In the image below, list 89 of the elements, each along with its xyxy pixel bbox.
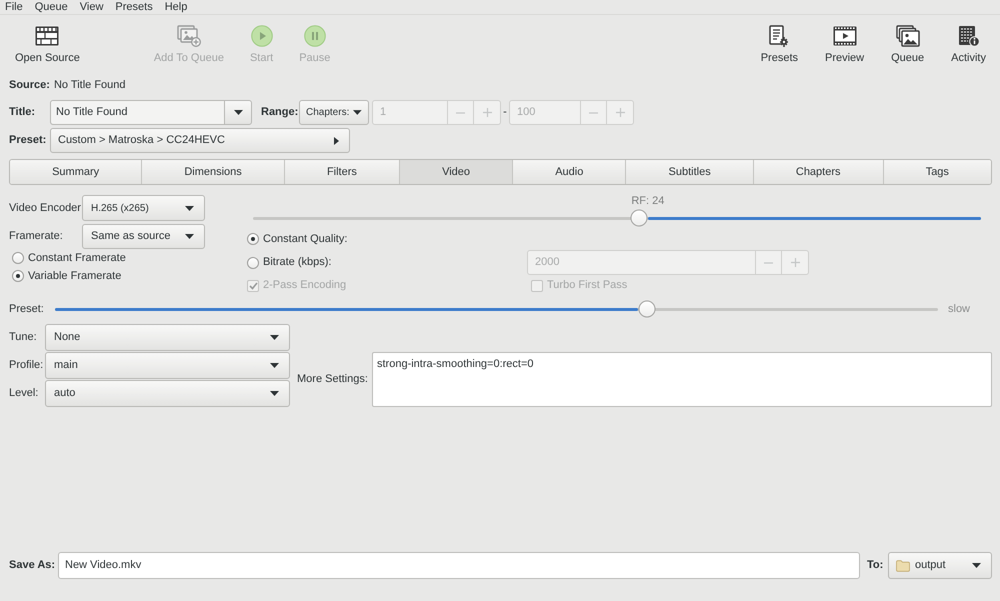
destination-label: To: [867, 558, 884, 574]
increment-button[interactable] [782, 250, 809, 275]
tab[interactable]: Chapters [752, 160, 883, 184]
level-dropdown[interactable]: auto [45, 380, 290, 407]
play-icon [250, 25, 273, 47]
decrement-button[interactable] [756, 250, 782, 275]
field-label: Level: [9, 386, 40, 402]
checkbox-label: 2-Pass Encoding [263, 278, 346, 294]
minus-icon [589, 112, 598, 114]
document-gear-icon [769, 25, 790, 47]
plus-icon [790, 258, 800, 267]
encoder-dropdown[interactable]: H.265 (x265) [82, 195, 205, 221]
image-plus-icon [176, 25, 201, 47]
radio-label: Constant Framerate [28, 250, 126, 266]
settings-text-area[interactable]: strong-intra-smoothing=0:rect=0 [372, 352, 992, 407]
more-settings-label: More Settings: [297, 372, 369, 388]
presets-button[interactable]: Presets [754, 25, 805, 70]
field-label: Framerate: [9, 229, 64, 244]
image-stack-icon [896, 25, 920, 47]
range-mode-dropdown[interactable]: Chapters: [299, 100, 369, 125]
field-label: Tune: [9, 330, 38, 346]
folder-icon [896, 560, 910, 572]
queue-button[interactable]: Queue [884, 25, 932, 70]
minus-icon [764, 262, 773, 264]
radio-label: Bitrate (kbps): [263, 255, 332, 270]
film-play-icon [832, 26, 857, 46]
preset-slider-label: Preset: [9, 302, 45, 317]
caret-icon [334, 136, 339, 144]
framerate-dropdown[interactable]: Same as source [82, 224, 205, 249]
slider-thumb[interactable] [630, 210, 648, 226]
decrement-button[interactable] [448, 100, 474, 125]
plus-icon [616, 108, 624, 117]
title-label: Title: [9, 105, 36, 120]
caret-icon [185, 234, 194, 239]
caret-icon [234, 110, 242, 115]
radio-button[interactable] [12, 252, 24, 264]
file-name-field[interactable]: New Video.mkv [58, 552, 860, 579]
radio-label: Constant Quality: [263, 232, 348, 247]
caret-icon [353, 110, 362, 115]
range-separator: - [502, 105, 508, 120]
source-label: Source: [9, 79, 50, 92]
preset-label: Preset: [9, 133, 48, 148]
clapperboard-icon [35, 26, 60, 46]
tab[interactable]: Summary [10, 160, 142, 184]
menu-item[interactable]: View [80, 0, 104, 14]
activity-button[interactable]: Activity [944, 25, 993, 70]
quality-value-label: RF: 24 [631, 195, 664, 208]
menu-item[interactable]: Presets [115, 0, 153, 14]
document-info-icon [958, 25, 980, 47]
field-label: Video Encoder: [9, 200, 82, 216]
decrement-button[interactable] [581, 100, 607, 125]
menu-item[interactable]: Help [164, 0, 188, 14]
slider-thumb[interactable] [638, 300, 656, 318]
caret-icon [270, 335, 279, 340]
tab[interactable]: Dimensions [141, 160, 284, 184]
tab[interactable]: Tags [882, 160, 991, 184]
radio-button[interactable] [247, 233, 259, 245]
field-label: Profile: [9, 358, 44, 374]
pause-icon [304, 25, 326, 47]
preview-button[interactable]: Preview [818, 25, 872, 70]
tab[interactable]: Audio [512, 160, 626, 184]
caret-icon [270, 363, 279, 368]
tab[interactable]: Video [399, 160, 512, 184]
title-combo-box[interactable]: No Title Found [50, 100, 252, 125]
save-as-label: Save As: [9, 558, 56, 574]
range-label: Range: [261, 105, 299, 120]
caret-icon [270, 391, 279, 396]
increment-button[interactable] [474, 100, 501, 125]
tab[interactable]: Subtitles [625, 160, 753, 184]
destination-dropdown[interactable]: output [888, 552, 992, 579]
preset-slider-end-label: slow [948, 302, 972, 317]
radio-label: Variable Framerate [28, 268, 122, 284]
tune-dropdown[interactable]: None [45, 324, 290, 351]
checkbox-label: Turbo First Pass [547, 278, 628, 294]
radio-button[interactable] [12, 270, 24, 282]
tab[interactable]: Filters [284, 160, 399, 184]
open-source-button[interactable]: Open Source [8, 25, 87, 70]
profile-dropdown[interactable]: main [45, 352, 290, 379]
plus-icon [482, 108, 492, 117]
radio-button[interactable] [247, 256, 259, 268]
preset-menu-button[interactable]: Custom > Matroska > CC24HEVC [50, 128, 350, 153]
source-value: No Title Found [54, 79, 126, 92]
caret-icon [185, 206, 194, 210]
checkmark-icon [248, 282, 258, 290]
minus-icon [456, 112, 465, 114]
menu-item[interactable]: File [5, 0, 23, 14]
caret-icon [972, 563, 981, 568]
menu-item[interactable]: Queue [34, 0, 68, 14]
increment-button[interactable] [607, 100, 634, 125]
